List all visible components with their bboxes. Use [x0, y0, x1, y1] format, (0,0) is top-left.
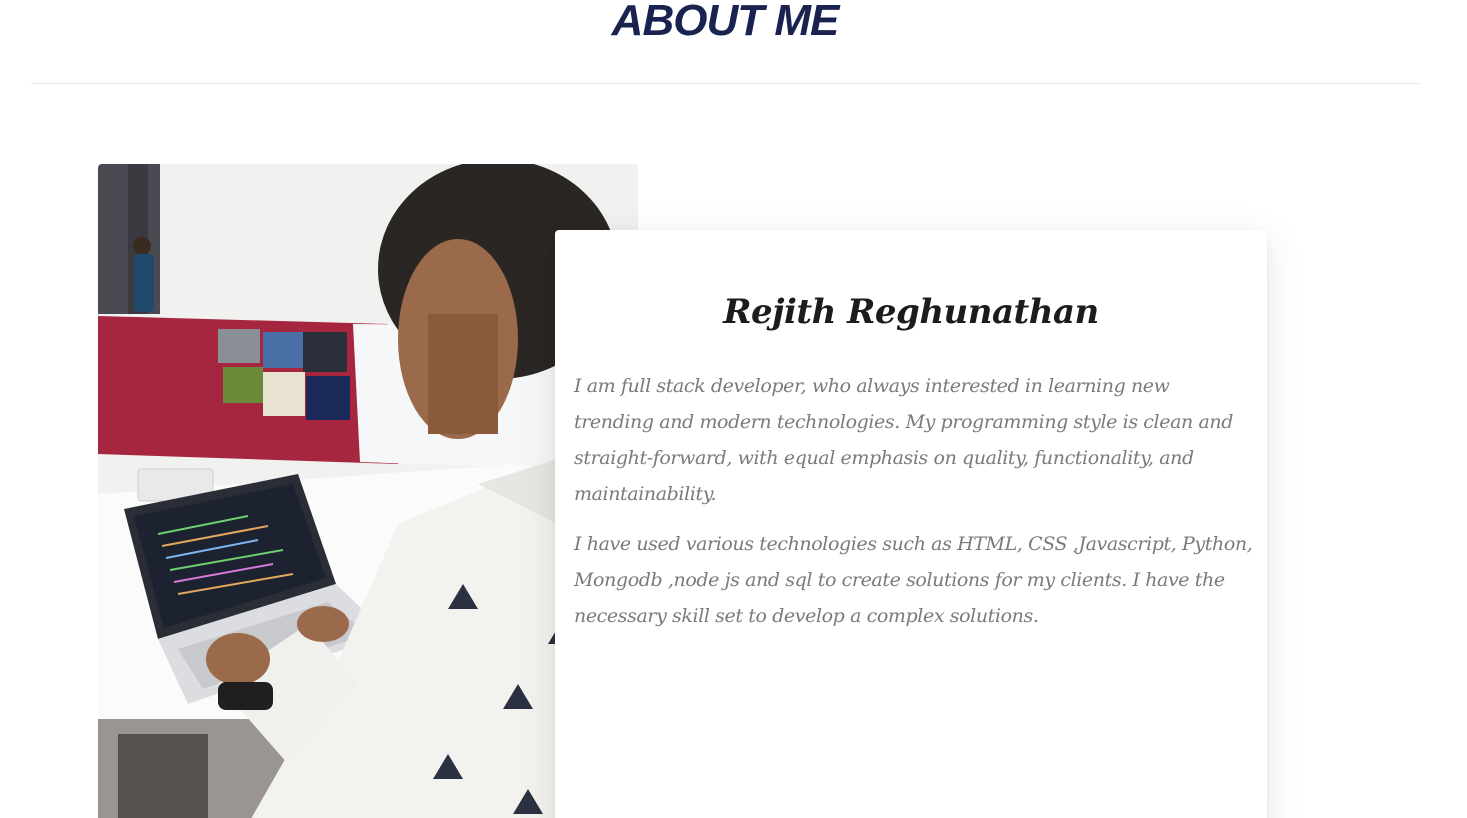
about-card: Rejith Reghunathan I am full stack devel…: [555, 230, 1267, 818]
bio-paragraph: I am full stack developer, who always in…: [574, 375, 1234, 505]
about-section: ABOUT ME Rejith Reghunathan I am full st…: [0, 0, 1467, 818]
section-divider: [31, 83, 1419, 84]
profile-name: Rejith Reghunathan: [723, 292, 1099, 332]
section-title: ABOUT ME: [611, 0, 840, 45]
bio-paragraph: I have used various technologies such as…: [574, 533, 1253, 627]
